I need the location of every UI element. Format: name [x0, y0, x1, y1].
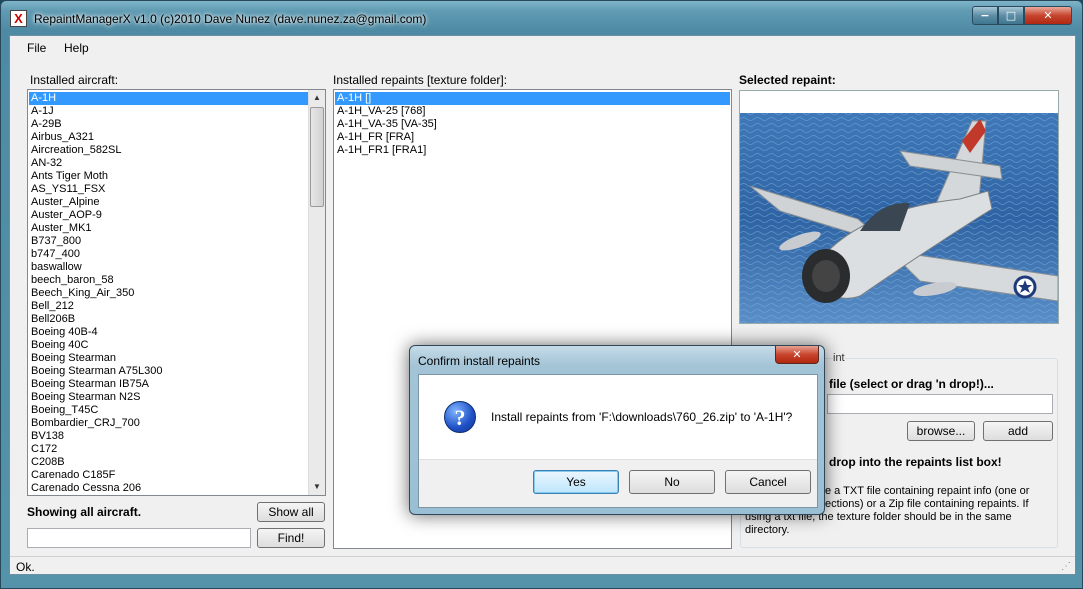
status-text: Ok.: [16, 560, 35, 574]
group-label: int: [833, 352, 845, 364]
menu-bar: File Help: [10, 36, 1075, 60]
list-item[interactable]: AS_YS11_FSX: [29, 183, 310, 196]
list-item[interactable]: Bombardier_CRJ_700: [29, 417, 310, 430]
list-item[interactable]: Beech_King_Air_350: [29, 287, 310, 300]
status-bar: Ok. ⋰: [10, 556, 1075, 576]
repaint-preview-image: [739, 90, 1059, 324]
scroll-up-icon[interactable]: ▲: [309, 90, 325, 106]
drop-hint-label: drop into the repaints list box!: [829, 455, 1002, 469]
list-item[interactable]: A-1H_FR [FRA]: [335, 131, 730, 144]
selected-repaint-label: Selected repaint:: [739, 73, 836, 87]
list-item[interactable]: A-29B: [29, 118, 310, 131]
close-button[interactable]: ✕: [1024, 6, 1072, 25]
installed-aircraft-label: Installed aircraft:: [30, 73, 119, 87]
menu-file[interactable]: File: [27, 41, 46, 55]
list-item[interactable]: AN-32: [29, 157, 310, 170]
repaint-file-input[interactable]: [827, 394, 1053, 414]
list-item[interactable]: A-1H: [29, 92, 310, 105]
showing-status-label: Showing all aircraft.: [27, 505, 142, 519]
scroll-down-icon[interactable]: ▼: [309, 479, 325, 495]
list-item[interactable]: BV138: [29, 430, 310, 443]
list-item[interactable]: Aircreation_582SL: [29, 144, 310, 157]
list-item[interactable]: Boeing Stearman IB75A: [29, 378, 310, 391]
list-item[interactable]: Auster_AOP-9: [29, 209, 310, 222]
cancel-button[interactable]: Cancel: [725, 470, 811, 494]
app-icon: X: [10, 10, 27, 27]
list-item[interactable]: A-1H_VA-35 [VA-35]: [335, 118, 730, 131]
yes-button[interactable]: Yes: [533, 470, 619, 494]
list-item[interactable]: Auster_Alpine: [29, 196, 310, 209]
dialog-close-button[interactable]: ✕: [775, 346, 819, 364]
aircraft-listbox[interactable]: A-1H A-1J A-29B Airbus_A321 Aircreation_582S…: [27, 89, 326, 496]
list-item[interactable]: Carenado Cessna 206: [29, 482, 310, 495]
list-item[interactable]: Boeing 40C: [29, 339, 310, 352]
question-icon: ?: [444, 401, 476, 433]
list-item[interactable]: beech_baron_58: [29, 274, 310, 287]
list-item[interactable]: Bell_212: [29, 300, 310, 313]
window-title: RepaintManagerX v1.0 (c)2010 Dave Nunez …: [34, 12, 427, 26]
confirm-dialog: Confirm install repaints ✕ ? Install rep…: [409, 345, 825, 515]
add-info-line: ections) or a Zip file containing repain…: [825, 498, 1029, 510]
add-button[interactable]: add: [983, 421, 1053, 441]
find-input[interactable]: [27, 528, 251, 548]
browse-button[interactable]: browse...: [907, 421, 975, 441]
list-item[interactable]: C172: [29, 443, 310, 456]
maximize-button[interactable]: □: [998, 6, 1024, 25]
list-item[interactable]: Boeing Stearman: [29, 352, 310, 365]
list-item[interactable]: Boeing 40B-4: [29, 326, 310, 339]
add-info-line: e a TXT file containing repaint info (on…: [825, 485, 1030, 497]
show-all-button[interactable]: Show all: [257, 502, 325, 522]
list-item[interactable]: Boeing Stearman N2S: [29, 391, 310, 404]
add-info-line: directory.: [745, 524, 790, 536]
no-button[interactable]: No: [629, 470, 715, 494]
installed-repaints-label: Installed repaints [texture folder]:: [333, 73, 508, 87]
list-item[interactable]: C208B: [29, 456, 310, 469]
file-select-label: file (select or drag 'n drop!)...: [829, 377, 994, 391]
dialog-title: Confirm install repaints: [418, 354, 541, 368]
list-item[interactable]: A-1H_VA-25 [768]: [335, 105, 730, 118]
list-item[interactable]: Bell206B: [29, 313, 310, 326]
list-item[interactable]: Carenado C185F: [29, 469, 310, 482]
find-button[interactable]: Find!: [257, 528, 325, 548]
list-item[interactable]: B737_800: [29, 235, 310, 248]
list-item[interactable]: A-1H []: [335, 92, 730, 105]
list-item[interactable]: Boeing Stearman A75L300: [29, 365, 310, 378]
list-item[interactable]: Auster_MK1: [29, 222, 310, 235]
scroll-thumb[interactable]: [310, 107, 324, 207]
dialog-body: ? Install repaints from 'F:\downloads\76…: [418, 374, 818, 508]
list-item[interactable]: Ants Tiger Moth: [29, 170, 310, 183]
list-item[interactable]: Airbus_A321: [29, 131, 310, 144]
resize-grip-icon[interactable]: ⋰: [1061, 561, 1071, 572]
dialog-message: Install repaints from 'F:\downloads\760_…: [491, 410, 793, 424]
add-info-text: e a TXT file containing repaint info (on…: [825, 485, 1055, 511]
dialog-button-bar: Yes No Cancel: [419, 459, 817, 507]
minimize-button[interactable]: −: [972, 6, 998, 25]
title-bar[interactable]: X RepaintManagerX v1.0 (c)2010 Dave Nune…: [1, 1, 1082, 35]
list-item[interactable]: b747_400: [29, 248, 310, 261]
aircraft-scrollbar[interactable]: ▲ ▼: [308, 90, 325, 495]
menu-help[interactable]: Help: [64, 41, 89, 55]
list-item[interactable]: A-1J: [29, 105, 310, 118]
list-item[interactable]: A-1H_FR1 [FRA1]: [335, 144, 730, 157]
list-item[interactable]: Boeing_T45C: [29, 404, 310, 417]
list-item[interactable]: baswallow: [29, 261, 310, 274]
